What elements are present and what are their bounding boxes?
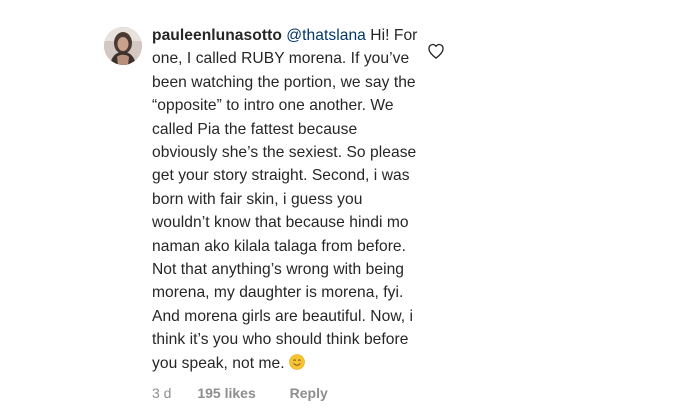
- heart-outline-icon: [428, 43, 444, 59]
- profile-photo-icon: [104, 27, 142, 65]
- like-button[interactable]: [426, 41, 446, 61]
- comment: pauleenlunasotto @thatslana Hi! For one,…: [0, 0, 674, 414]
- comment-username[interactable]: pauleenlunasotto: [152, 27, 282, 44]
- comment-text: Hi! For one, I called RUBY morena. If yo…: [152, 27, 418, 372]
- comment-body: pauleenlunasotto @thatslana Hi! For one,…: [152, 24, 424, 375]
- comment-time[interactable]: 3 d: [152, 384, 171, 402]
- comment-meta: 3 d 195 likes Reply: [152, 384, 328, 402]
- smiling-face-emoji-icon: [288, 353, 305, 370]
- reply-button[interactable]: Reply: [290, 384, 328, 402]
- avatar[interactable]: [104, 27, 142, 65]
- comment-mention[interactable]: @thatslana: [286, 27, 366, 44]
- comment-likes-count[interactable]: 195 likes: [197, 384, 255, 402]
